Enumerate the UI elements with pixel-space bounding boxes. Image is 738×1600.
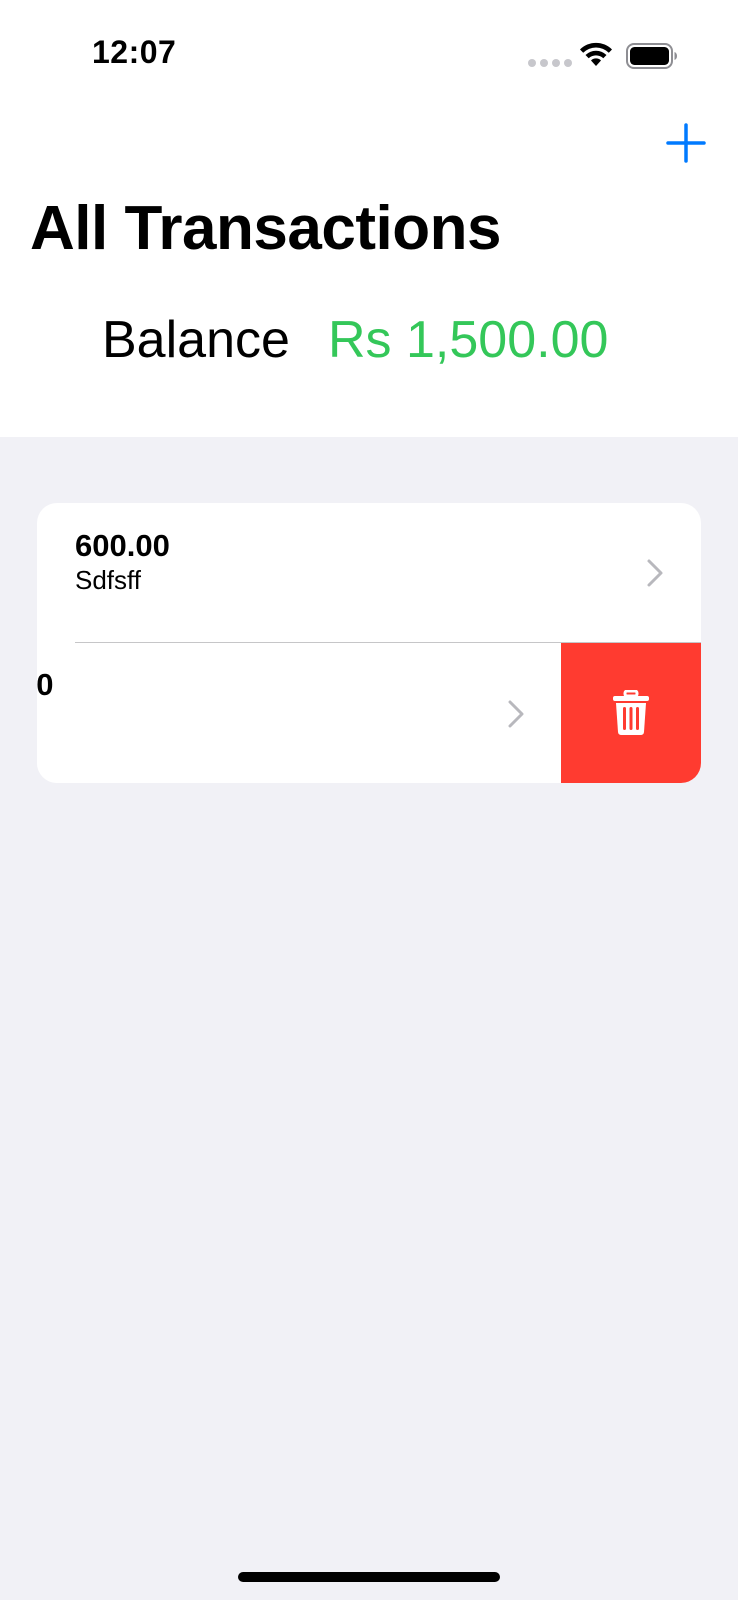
header: 12:07 All Transactions Balance Rs 1,500.…: [0, 0, 738, 437]
chevron-right-icon: [647, 559, 663, 587]
transaction-row-swiped[interactable]: 00: [37, 643, 701, 783]
plus-icon[interactable]: [664, 121, 708, 165]
transactions-list: 600.00 Sdfsff 00: [37, 503, 701, 783]
transaction-amount: 00: [37, 667, 54, 702]
balance-label: Balance: [102, 311, 290, 369]
chevron-right-icon: [508, 700, 524, 728]
delete-button[interactable]: [561, 643, 701, 783]
transaction-row[interactable]: 600.00 Sdfsff: [37, 503, 701, 643]
status-time: 12:07: [92, 34, 177, 70]
status-icons: [528, 40, 678, 70]
home-indicator[interactable]: [238, 1572, 500, 1582]
battery-icon: [626, 43, 677, 69]
transaction-description: Sdfsff: [75, 565, 142, 595]
transaction-row-content[interactable]: 00: [37, 643, 561, 783]
trash-icon: [613, 690, 649, 735]
transaction-amount: 600.00: [75, 528, 170, 563]
balance-value: Rs 1,500.00: [328, 311, 609, 369]
page-title: All Transactions: [30, 194, 501, 263]
signal-dots-icon: [528, 59, 572, 67]
wifi-icon: [580, 42, 612, 66]
